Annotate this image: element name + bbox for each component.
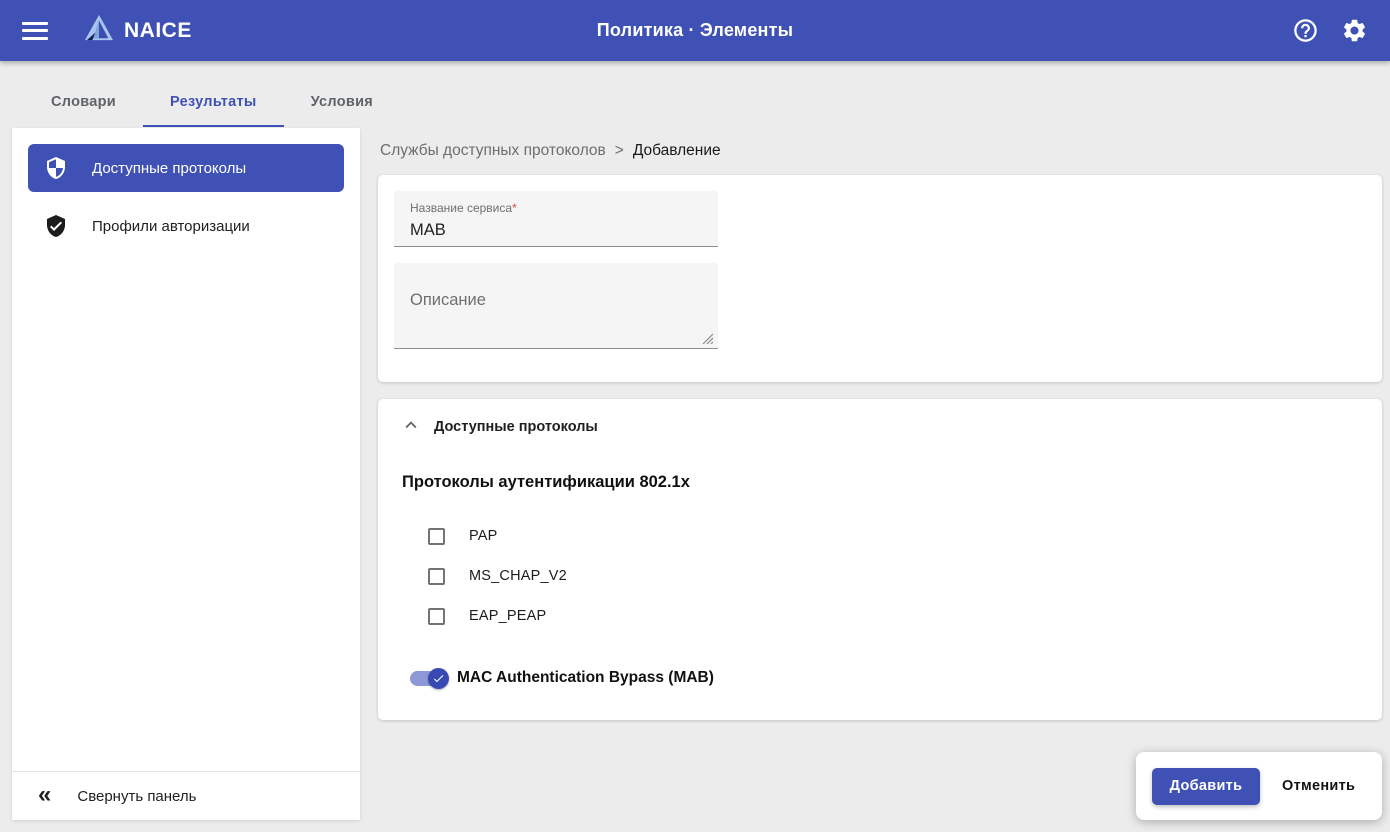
resize-handle-icon[interactable] [701, 331, 713, 343]
collapse-panel-label: Свернуть панель [77, 788, 196, 805]
service-name-field[interactable]: Название сервиса* [394, 191, 718, 247]
checkbox-row-ms-chap-v2[interactable]: MS_CHAP_V2 [428, 556, 1366, 596]
checkbox-label: EAP_PEAP [469, 608, 546, 624]
service-name-label: Название сервиса* [410, 201, 517, 215]
breadcrumb-parent[interactable]: Службы доступных протоколов [380, 142, 606, 160]
sidebar-item-authorization-profiles[interactable]: Профили авторизации [28, 202, 344, 250]
mab-toggle-switch[interactable] [410, 671, 447, 686]
mab-toggle-label: MAC Authentication Bypass (MAB) [457, 669, 714, 687]
shield-check-icon [44, 214, 68, 238]
brand: NAICE [84, 14, 192, 47]
checkbox-ms-chap-v2[interactable] [428, 568, 445, 585]
checkbox-label: PAP [469, 528, 498, 544]
sidebar-item-available-protocols[interactable]: Доступные протоколы [28, 144, 344, 192]
service-name-input[interactable] [410, 221, 702, 240]
description-field[interactable]: Описание [394, 263, 718, 349]
auth-protocols-group-title: Протоколы аутентификации 802.1x [402, 473, 1366, 492]
checkbox-row-pap[interactable]: PAP [428, 516, 1366, 556]
app-bar: NAICE Политика · Элементы [0, 0, 1390, 61]
toggle-thumb-check-icon [428, 668, 449, 689]
breadcrumb-current: Добавление [633, 142, 721, 160]
sidebar-item-label: Профили авторизации [92, 218, 250, 235]
page-title: Политика · Элементы [0, 20, 1390, 41]
required-asterisk: * [512, 201, 517, 215]
tab-dictionaries[interactable]: Словари [24, 79, 143, 127]
checkbox-label: MS_CHAP_V2 [469, 568, 567, 584]
protocol-checkbox-group: PAP MS_CHAP_V2 EAP_PEAP [428, 516, 1366, 636]
breadcrumb: Службы доступных протоколов > Добавление [380, 142, 1382, 160]
cancel-button[interactable]: Отменить [1282, 778, 1355, 794]
protocols-section-header[interactable]: Доступные протоколы [400, 415, 1366, 439]
sidebar-item-label: Доступные протоколы [92, 160, 246, 177]
protocols-section-title: Доступные протоколы [434, 419, 598, 435]
tab-bar: Словари Результаты Условия [24, 79, 400, 127]
sidebar: Доступные протоколы Профили авторизации … [12, 128, 360, 820]
settings-gear-icon[interactable] [1341, 17, 1368, 44]
mab-toggle-row: MAC Authentication Bypass (MAB) [410, 658, 1366, 698]
main-content: Службы доступных протоколов > Добавление… [378, 128, 1382, 720]
help-icon[interactable] [1292, 17, 1319, 44]
checkbox-pap[interactable] [428, 528, 445, 545]
available-protocols-card: Доступные протоколы Протоколы аутентифик… [378, 399, 1382, 720]
collapse-panel-button[interactable]: « Свернуть панель [12, 771, 360, 820]
double-chevron-left-icon: « [38, 783, 51, 807]
checkbox-eap-peap[interactable] [428, 608, 445, 625]
tab-results[interactable]: Результаты [143, 79, 284, 127]
naice-logo-icon [84, 14, 114, 47]
breadcrumb-separator: > [615, 142, 624, 160]
checkbox-row-eap-peap[interactable]: EAP_PEAP [428, 596, 1366, 636]
service-form-card: Название сервиса* Описание [378, 175, 1382, 382]
description-placeholder: Описание [410, 291, 486, 309]
menu-icon[interactable] [22, 22, 48, 40]
add-button[interactable]: Добавить [1152, 768, 1260, 805]
tab-conditions[interactable]: Условия [284, 79, 400, 127]
form-actions-card: Добавить Отменить [1136, 752, 1382, 820]
shield-icon [44, 156, 68, 180]
chevron-up-icon [400, 414, 422, 441]
brand-name: NAICE [124, 19, 192, 43]
